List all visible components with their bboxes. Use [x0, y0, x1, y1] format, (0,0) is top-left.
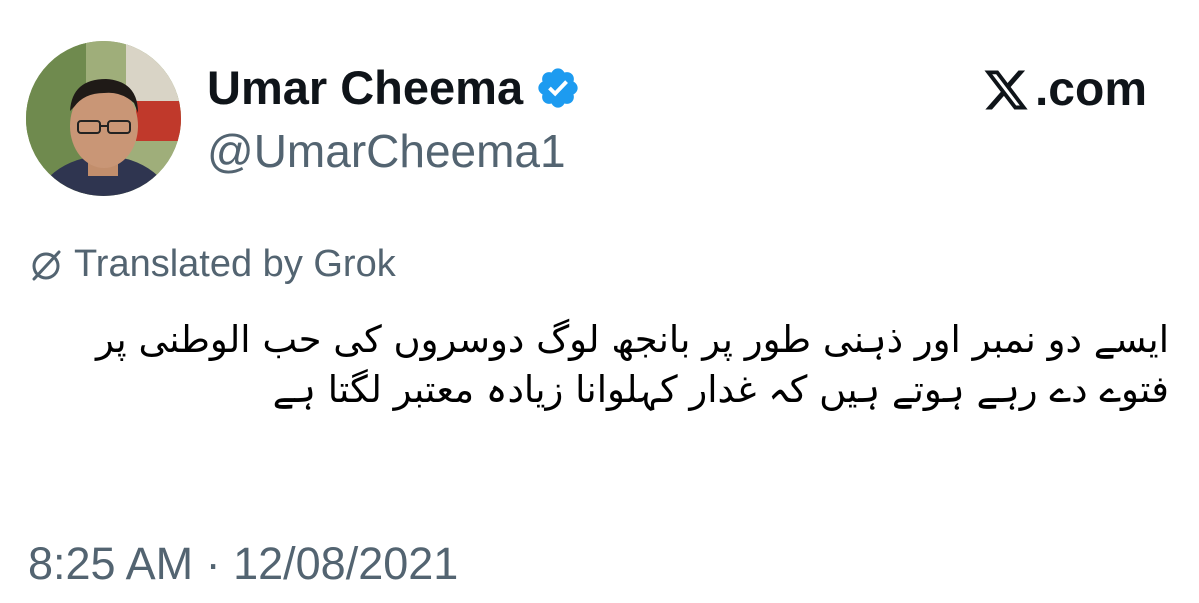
translated-by-text: Translated by Grok	[74, 243, 396, 285]
tweet-text: ایسے دو نمبر اور ذہنی طور پر بانجھ لوگ د…	[95, 318, 1169, 411]
grok-icon	[32, 250, 61, 280]
verified-badge-icon	[535, 65, 581, 111]
avatar[interactable]	[26, 41, 181, 196]
display-name-text: Umar Cheema	[207, 61, 524, 114]
timestamp[interactable]: 8:25 AM · 12/08/2021	[28, 538, 458, 590]
handle[interactable]: @UmarCheema1	[207, 124, 566, 178]
site-logo-text: .com	[1034, 63, 1147, 116]
profile-photo	[26, 41, 181, 196]
display-name[interactable]: Umar Cheema	[207, 60, 581, 115]
translated-by-label[interactable]: Translated by Grok	[28, 243, 396, 286]
site-logo[interactable]: .com	[981, 62, 1147, 117]
x-logo-icon	[984, 70, 1028, 109]
